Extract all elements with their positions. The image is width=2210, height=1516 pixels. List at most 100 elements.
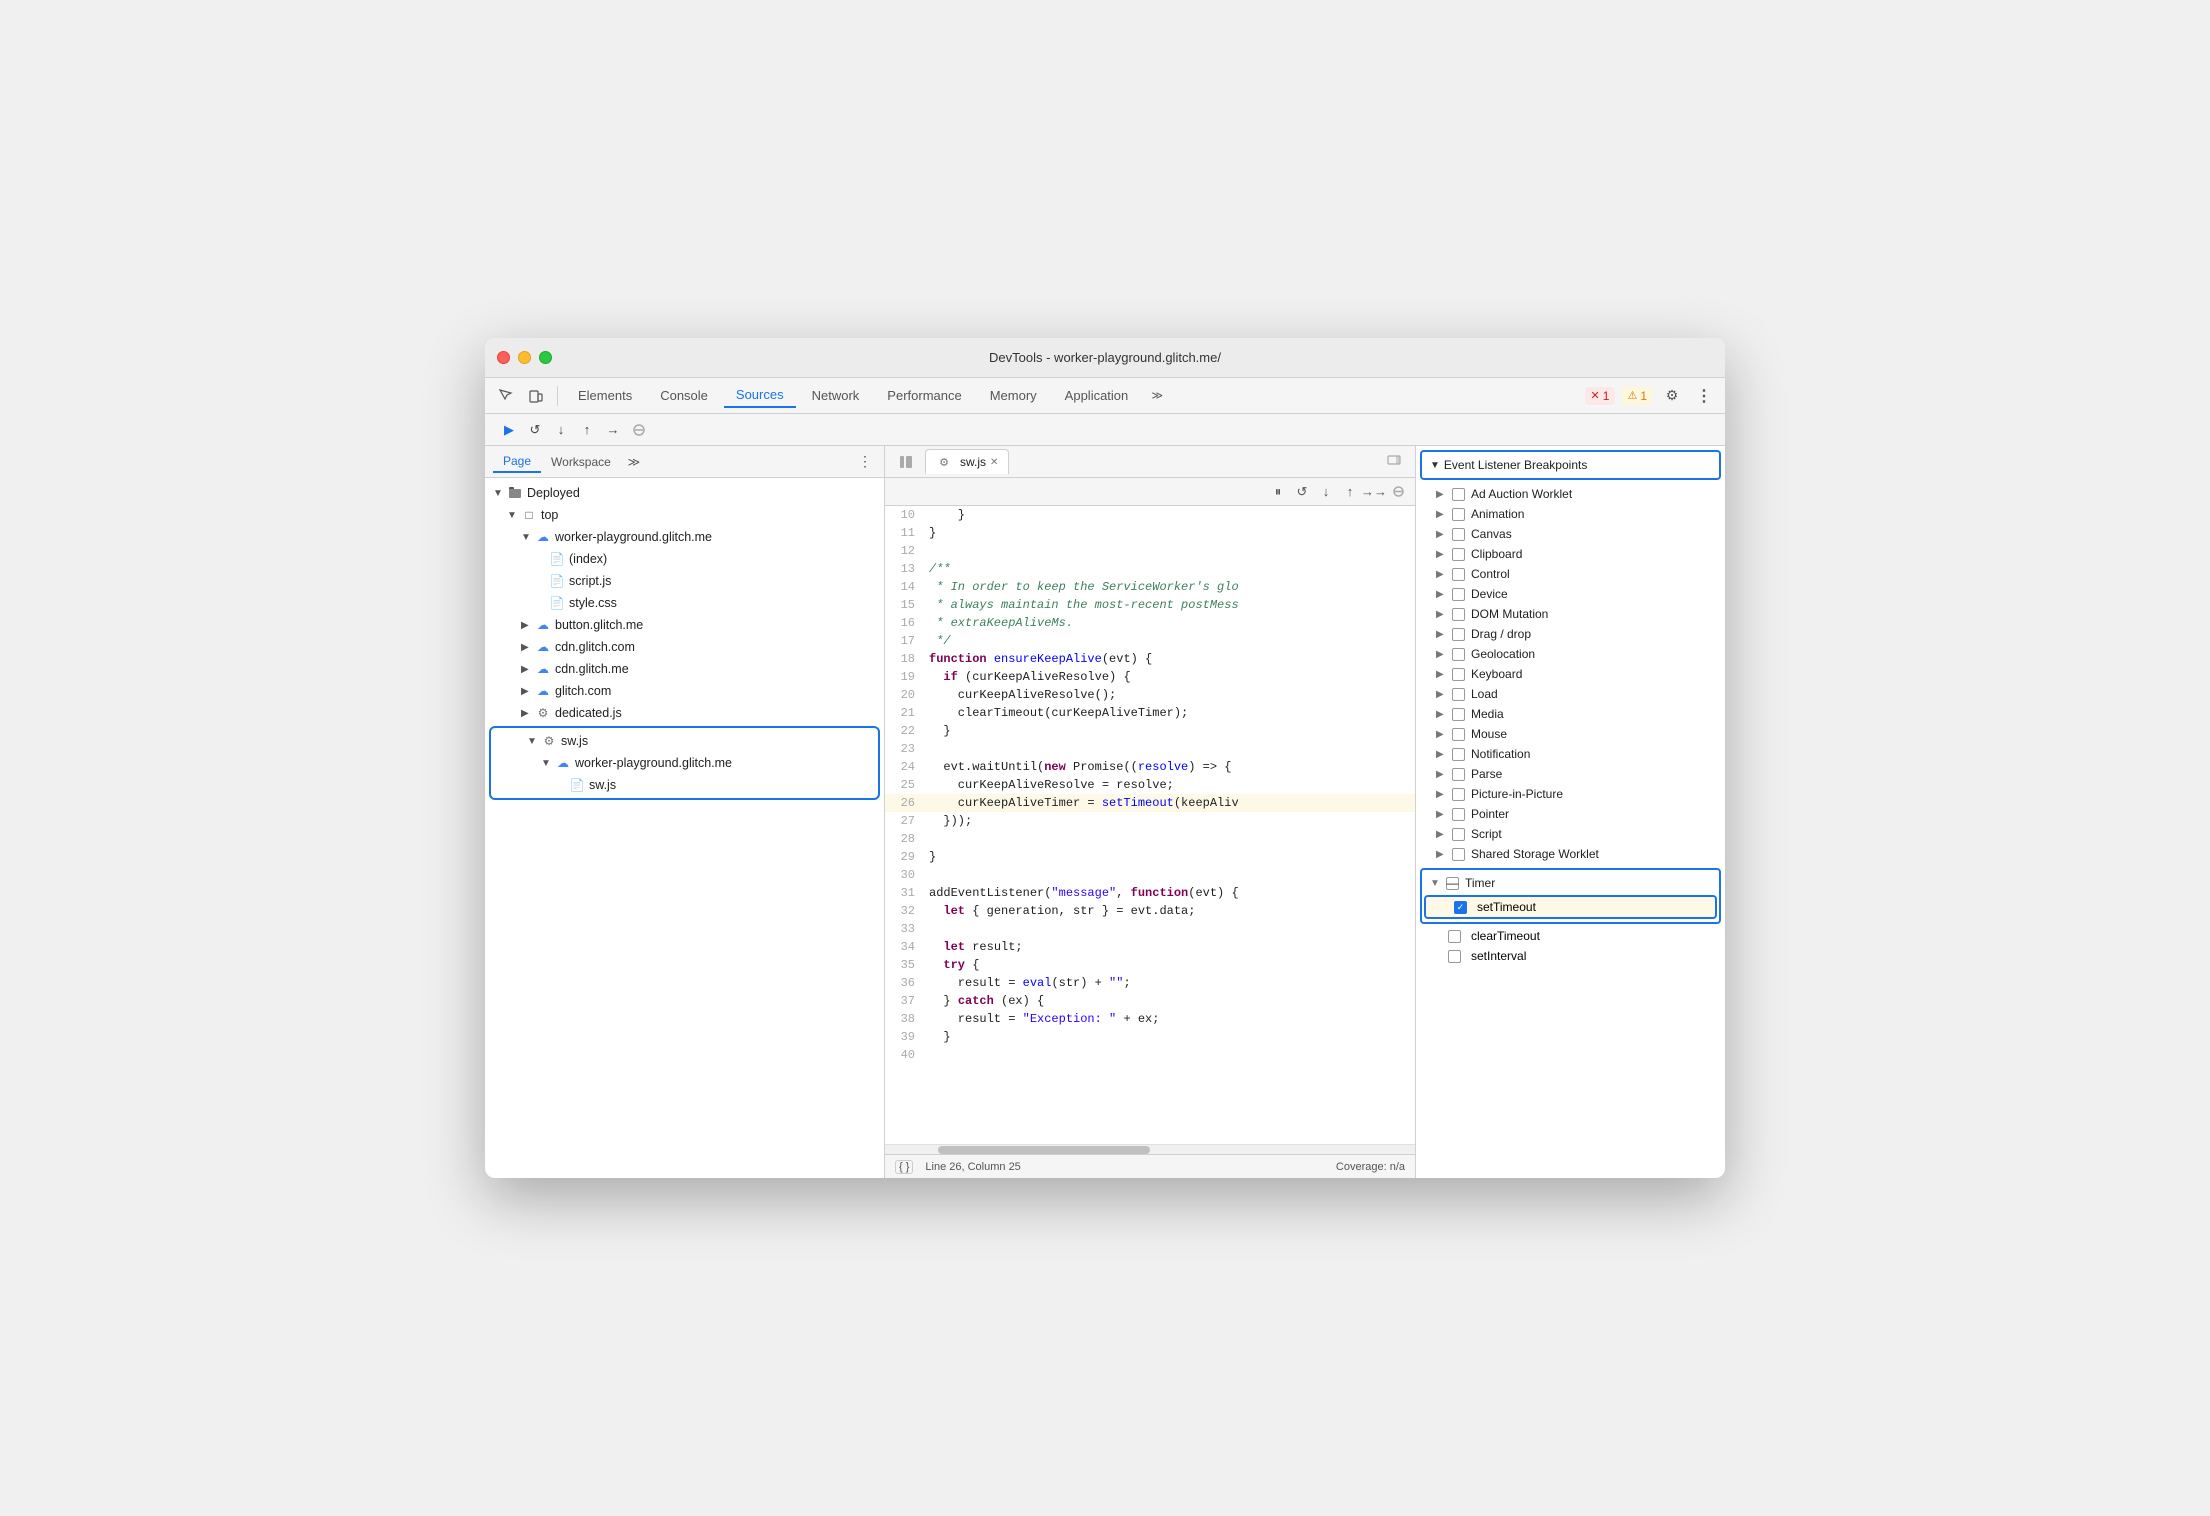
tree-item-worker[interactable]: ▼ ☁ worker-playground.glitch.me — [485, 526, 884, 548]
editor-scrollbar[interactable] — [885, 1144, 1415, 1154]
three-dot-menu[interactable]: ⋮ — [854, 451, 876, 473]
tree-item-worker-inner[interactable]: ▼ ☁ worker-playground.glitch.me — [491, 752, 878, 774]
tab-elements[interactable]: Elements — [566, 384, 644, 407]
timer-item-settimeout[interactable]: ✓ setTimeout — [1424, 895, 1717, 919]
bp-item-geolocation[interactable]: ▶ Geolocation — [1416, 644, 1725, 664]
tab-network[interactable]: Network — [800, 384, 872, 407]
step-into-btn[interactable]: ↓ — [549, 418, 573, 442]
bp-checkbox-18[interactable] — [1452, 848, 1465, 861]
tab-sources[interactable]: Sources — [724, 383, 796, 408]
bp-item-mouse[interactable]: ▶ Mouse — [1416, 724, 1725, 744]
bp-item-animation[interactable]: ▶ Animation — [1416, 504, 1725, 524]
tree-item-stylecss[interactable]: ▶ 📄 style.css — [485, 592, 884, 614]
editor-tab-swjs[interactable]: ⚙ sw.js ✕ — [925, 449, 1009, 474]
step-over-btn2[interactable]: ↺ — [1291, 481, 1313, 503]
tree-item-top[interactable]: ▼ □ top — [485, 504, 884, 526]
step-out-btn2[interactable]: ↑ — [1339, 481, 1361, 503]
error-badge[interactable]: ✕ 1 — [1585, 387, 1616, 405]
more-options-icon[interactable]: ⋮ — [1691, 383, 1717, 409]
timer-section-checkbox[interactable]: — — [1446, 877, 1459, 890]
tree-item-dedicated[interactable]: ▶ ⚙ dedicated.js — [485, 702, 884, 724]
bp-checkbox-5[interactable] — [1452, 588, 1465, 601]
tree-item-swjs-top[interactable]: ▼ ⚙ sw.js — [491, 730, 878, 752]
tree-item-button[interactable]: ▶ ☁ button.glitch.me — [485, 614, 884, 636]
step-out-btn[interactable]: ↑ — [575, 418, 599, 442]
bp-item-shared-storage[interactable]: ▶ Shared Storage Worklet — [1416, 844, 1725, 864]
inspect-icon[interactable] — [493, 383, 519, 409]
close-button[interactable] — [497, 351, 510, 364]
tree-item-cdn-me[interactable]: ▶ ☁ cdn.glitch.me — [485, 658, 884, 680]
continue-to-here-btn[interactable]: →→ — [1363, 481, 1385, 503]
more-icon[interactable]: ≫ — [621, 449, 647, 475]
bp-checkbox-15[interactable] — [1452, 788, 1465, 801]
more-tabs-icon[interactable]: ≫ — [1144, 383, 1170, 409]
tree-item-index[interactable]: ▶ 📄 (index) — [485, 548, 884, 570]
scrollbar-thumb[interactable] — [938, 1146, 1150, 1154]
bp-item-control[interactable]: ▶ Control — [1416, 564, 1725, 584]
bp-checkbox-12[interactable] — [1452, 728, 1465, 741]
bp-item-parse[interactable]: ▶ Parse — [1416, 764, 1725, 784]
bp-checkbox-3[interactable] — [1452, 548, 1465, 561]
pause-on-exception-btn[interactable]: ⏸ — [1267, 481, 1289, 503]
bp-item-pip[interactable]: ▶ Picture-in-Picture — [1416, 784, 1725, 804]
timer-item-setinterval[interactable]: setInterval — [1420, 946, 1721, 966]
code-editor[interactable]: 10 } 11 } 12 — [885, 506, 1415, 1144]
tree-item-swjs-file[interactable]: ▶ 📄 sw.js — [491, 774, 878, 796]
step-into-btn2[interactable]: ↓ — [1315, 481, 1337, 503]
minimize-button[interactable] — [518, 351, 531, 364]
tab-console[interactable]: Console — [648, 384, 720, 407]
bp-item-pointer[interactable]: ▶ Pointer — [1416, 804, 1725, 824]
bp-checkbox-13[interactable] — [1452, 748, 1465, 761]
tab-page[interactable]: Page — [493, 451, 541, 473]
bp-checkbox-10[interactable] — [1452, 688, 1465, 701]
step-btn[interactable]: → — [601, 418, 625, 442]
format-icon[interactable]: { } — [895, 1160, 913, 1174]
maximize-button[interactable] — [539, 351, 552, 364]
bp-checkbox-9[interactable] — [1452, 668, 1465, 681]
tab-memory[interactable]: Memory — [978, 384, 1049, 407]
timer-header[interactable]: ▼ — Timer — [1422, 872, 1719, 894]
bp-item-load[interactable]: ▶ Load — [1416, 684, 1725, 704]
settings-icon[interactable]: ⚙ — [1659, 383, 1685, 409]
warning-badge[interactable]: ⚠ 1 — [1621, 387, 1653, 405]
tree-item-glitch[interactable]: ▶ ☁ glitch.com — [485, 680, 884, 702]
deactivate-breakpoints-btn[interactable] — [1387, 481, 1409, 503]
tree-item-scriptjs[interactable]: ▶ 📄 script.js — [485, 570, 884, 592]
bp-item-device[interactable]: ▶ Device — [1416, 584, 1725, 604]
bp-item-dom-mutation[interactable]: ▶ DOM Mutation — [1416, 604, 1725, 624]
bp-item-media[interactable]: ▶ Media — [1416, 704, 1725, 724]
bp-item-clipboard[interactable]: ▶ Clipboard — [1416, 544, 1725, 564]
bp-checkbox-4[interactable] — [1452, 568, 1465, 581]
timer-item-cleartimeout[interactable]: clearTimeout — [1420, 926, 1721, 946]
timer-checkbox-cleartimeout[interactable] — [1448, 930, 1461, 943]
bp-checkbox-1[interactable] — [1452, 508, 1465, 521]
bp-item-notification[interactable]: ▶ Notification — [1416, 744, 1725, 764]
sidebar-toggle-icon[interactable] — [893, 449, 919, 475]
device-icon[interactable] — [523, 383, 549, 409]
bp-item-script[interactable]: ▶ Script — [1416, 824, 1725, 844]
bp-checkbox-14[interactable] — [1452, 768, 1465, 781]
bp-checkbox-11[interactable] — [1452, 708, 1465, 721]
bp-checkbox-17[interactable] — [1452, 828, 1465, 841]
tab-application[interactable]: Application — [1053, 384, 1141, 407]
timer-checkbox-setinterval[interactable] — [1448, 950, 1461, 963]
bp-checkbox-7[interactable] — [1452, 628, 1465, 641]
bp-item-keyboard[interactable]: ▶ Keyboard — [1416, 664, 1725, 684]
tab-close-btn[interactable]: ✕ — [990, 457, 998, 468]
panel-toggle-icon[interactable] — [1381, 449, 1407, 475]
tab-workspace[interactable]: Workspace — [541, 452, 621, 472]
bp-checkbox-6[interactable] — [1452, 608, 1465, 621]
timer-checkbox-settimeout[interactable]: ✓ — [1454, 901, 1467, 914]
tree-item-deployed[interactable]: ▼ Deployed — [485, 482, 884, 504]
deactivate-btn[interactable] — [627, 418, 651, 442]
bp-item-drag-drop[interactable]: ▶ Drag / drop — [1416, 624, 1725, 644]
bp-checkbox-0[interactable] — [1452, 488, 1465, 501]
bp-checkbox-8[interactable] — [1452, 648, 1465, 661]
bp-item-canvas[interactable]: ▶ Canvas — [1416, 524, 1725, 544]
tree-item-cdn-com[interactable]: ▶ ☁ cdn.glitch.com — [485, 636, 884, 658]
bp-checkbox-2[interactable] — [1452, 528, 1465, 541]
resume-btn[interactable]: ▶ — [497, 418, 521, 442]
step-over-btn[interactable]: ↺ — [523, 418, 547, 442]
bp-checkbox-16[interactable] — [1452, 808, 1465, 821]
bp-item-ad-auction[interactable]: ▶ Ad Auction Worklet — [1416, 484, 1725, 504]
